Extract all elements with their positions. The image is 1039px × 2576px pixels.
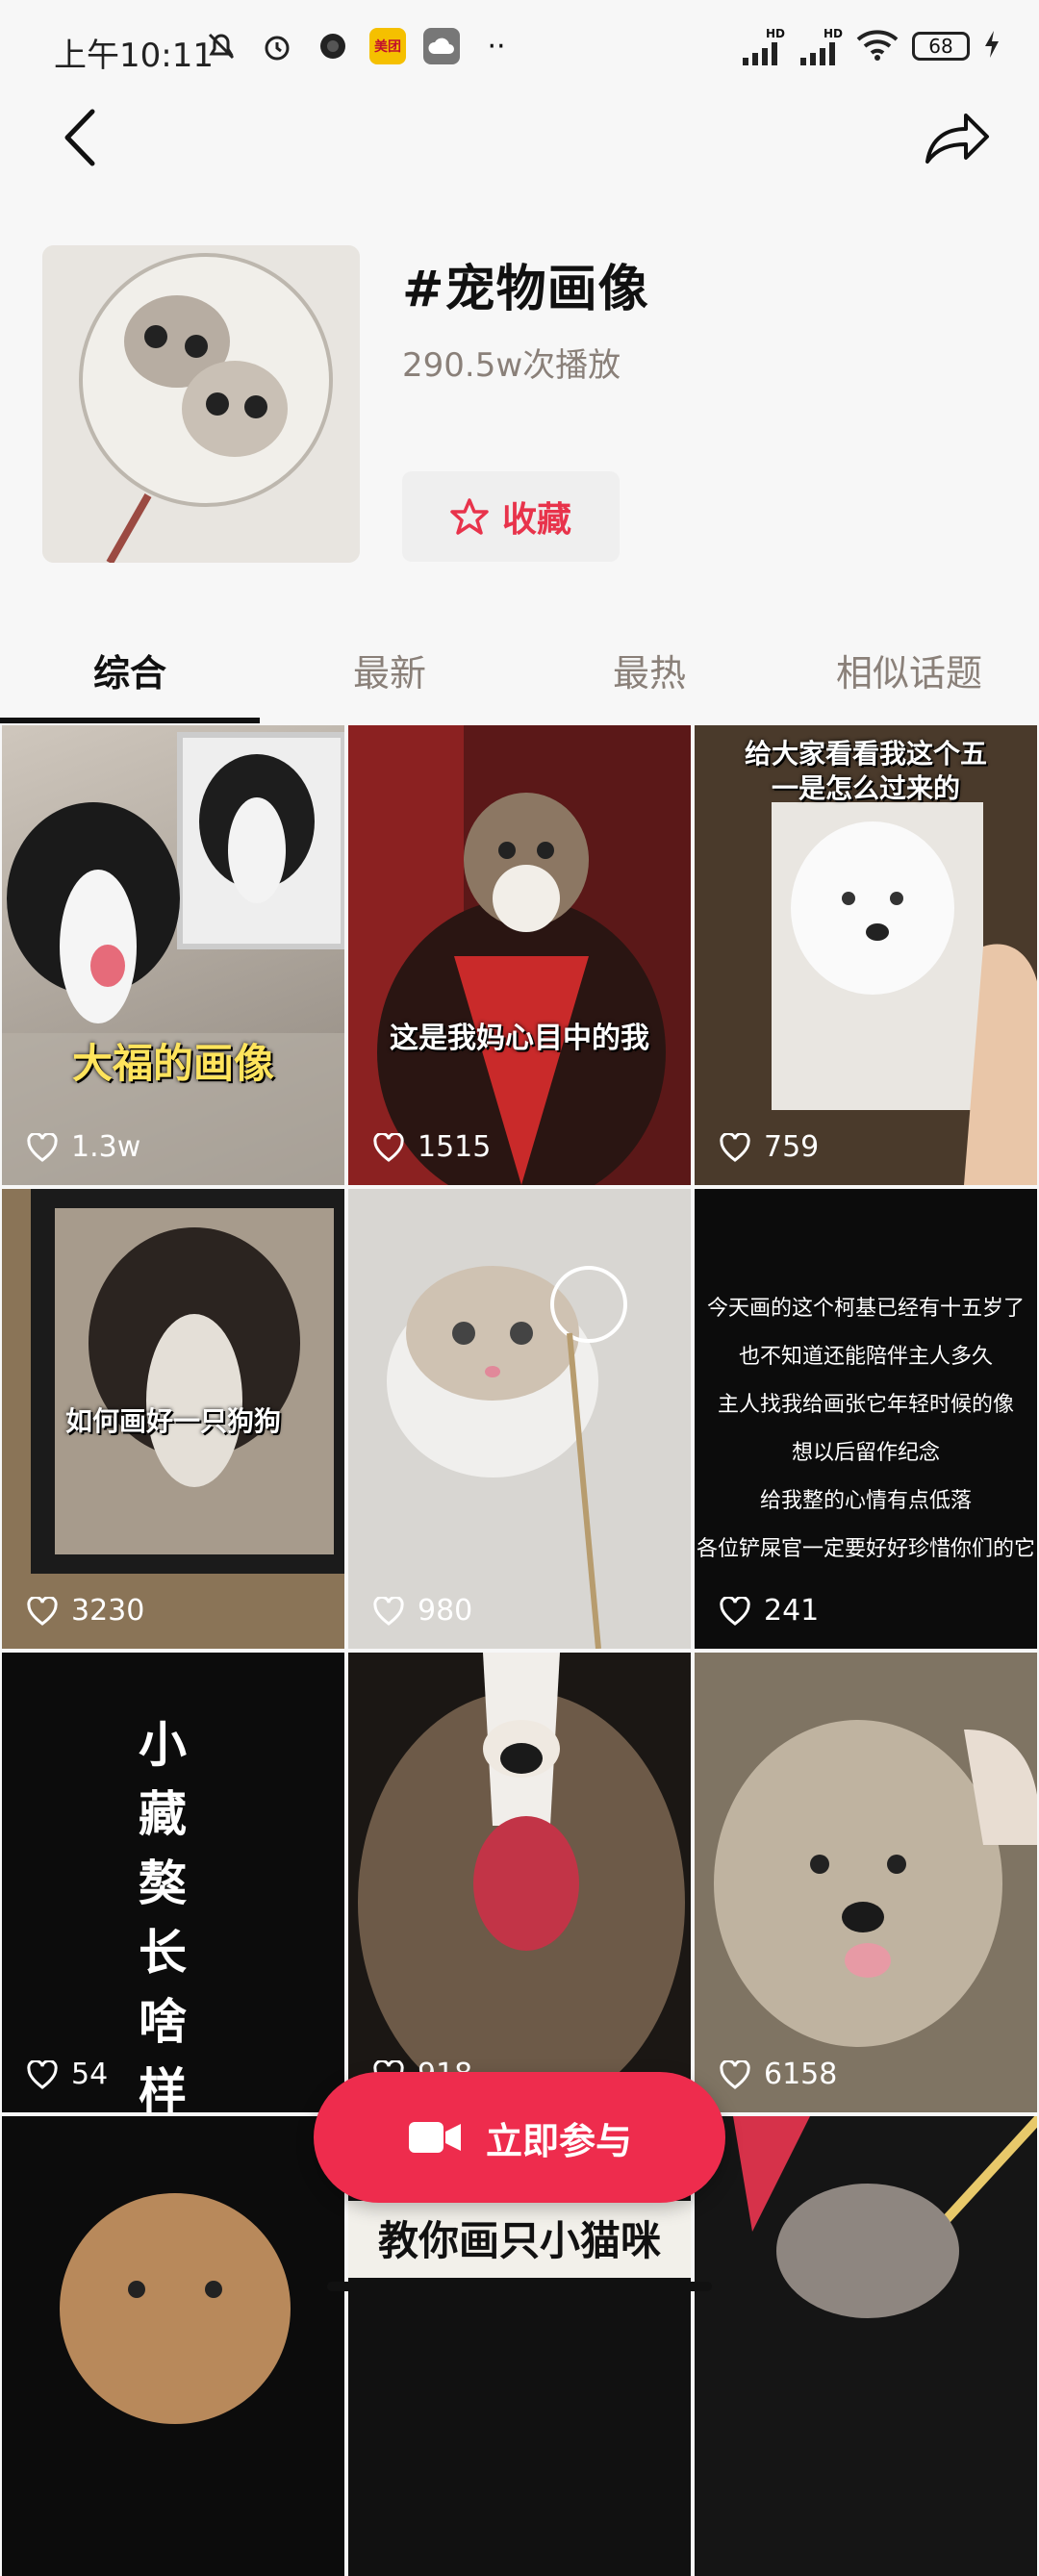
like-count: 241 (720, 1594, 819, 1628)
video-grid: 大福的画像 1.3w 这是我妈心目中的我 1515 给大家看看我这个五一是怎么过… (0, 725, 1039, 2576)
video-card[interactable]: 给大家看看我这个五一是怎么过来的 759 (693, 725, 1039, 1185)
favorite-label: 收藏 (501, 500, 571, 540)
like-count: 759 (720, 1130, 819, 1164)
tab-similar-topics[interactable]: 相似话题 (779, 616, 1039, 723)
share-button[interactable] (924, 108, 991, 169)
like-count: 3230 (27, 1594, 144, 1628)
star-icon (450, 498, 489, 535)
favorite-button[interactable]: 收藏 (402, 471, 620, 562)
status-notification-icons: 美团 ·· (202, 27, 516, 65)
more-dots-icon: ·· (487, 29, 506, 63)
meituan-app-icon: 美团 (369, 28, 406, 64)
topic-title: #宠物画像 (402, 261, 649, 318)
topic-play-count: 290.5w次播放 (402, 346, 621, 385)
share-arrow-icon (925, 114, 989, 164)
status-bar: 上午10:11 美团 ·· HD HD 68 (0, 0, 1039, 96)
back-button[interactable] (56, 104, 114, 171)
alarm-icon (258, 27, 296, 65)
video-card[interactable]: 大福的画像 1.3w (0, 725, 346, 1185)
video-card[interactable] (0, 2116, 346, 2576)
video-caption: 如何画好一只狗狗 (64, 1405, 281, 1437)
tab-bar: 综合 最新 最热 相似话题 (0, 616, 1039, 723)
video-caption: 给大家看看我这个五一是怎么过来的 (744, 738, 987, 804)
video-card[interactable] (693, 2116, 1039, 2576)
video-caption: 大福的画像 (71, 1040, 274, 1087)
video-card[interactable]: 980 (346, 1189, 693, 1649)
video-vertical-caption: 小藏獒长啥样 (139, 1717, 187, 2112)
mute-bell-icon (202, 27, 241, 65)
video-card[interactable]: 918 (346, 1653, 693, 2112)
home-indicator (327, 2282, 712, 2291)
like-count: 1515 (373, 1130, 491, 1164)
tab-comprehensive[interactable]: 综合 (0, 616, 260, 723)
wifi-icon (856, 28, 899, 64)
signal-2-icon: HD (798, 27, 843, 65)
video-card[interactable]: 6158 (693, 1653, 1039, 2112)
participate-button[interactable]: 立即参与 (314, 2072, 725, 2203)
like-count: 6158 (720, 2058, 837, 2091)
tab-hottest[interactable]: 最热 (520, 616, 779, 723)
participate-label: 立即参与 (485, 2119, 632, 2162)
heart-icon (720, 1596, 750, 1626)
heart-icon (373, 1596, 404, 1626)
charging-icon (983, 30, 1001, 63)
topic-cover-image (42, 245, 360, 563)
cloud-app-icon (423, 28, 460, 64)
heart-icon (27, 2059, 58, 2089)
status-system-icons: HD HD 68 (741, 27, 1001, 65)
heart-icon (27, 1132, 58, 1162)
video-card[interactable]: 这是我妈心目中的我 1515 (346, 725, 693, 1185)
video-camera-icon (408, 2122, 461, 2153)
battery-indicator: 68 (912, 32, 970, 61)
heart-icon (720, 1132, 750, 1162)
chevron-left-icon (64, 109, 95, 166)
video-card[interactable]: 今天画的这个柯基已经有十五岁了 也不知道还能陪伴主人多久 主人找我给画张它年轻时… (693, 1189, 1039, 1649)
heart-icon (373, 1132, 404, 1162)
like-count: 980 (373, 1594, 472, 1628)
status-time: 上午10:11 (54, 37, 214, 75)
video-card[interactable]: 小藏獒长啥样 54 (0, 1653, 346, 2112)
signal-1-icon: HD (741, 27, 785, 65)
dark-circle-icon (314, 27, 352, 65)
tab-latest[interactable]: 最新 (260, 616, 520, 723)
like-count: 54 (27, 2058, 108, 2091)
video-text-overlay: 今天画的这个柯基已经有十五岁了 也不知道还能陪伴主人多久 主人找我给画张它年轻时… (696, 1297, 1035, 1561)
video-caption: 这是我妈心目中的我 (390, 1022, 649, 1055)
heart-icon (720, 2059, 750, 2089)
video-card[interactable]: 如何画好一只狗狗 3230 (0, 1189, 346, 1649)
video-caption: 教你画只小猫咪 (377, 2217, 661, 2264)
like-count: 1.3w (27, 1130, 140, 1164)
heart-icon (27, 1596, 58, 1626)
